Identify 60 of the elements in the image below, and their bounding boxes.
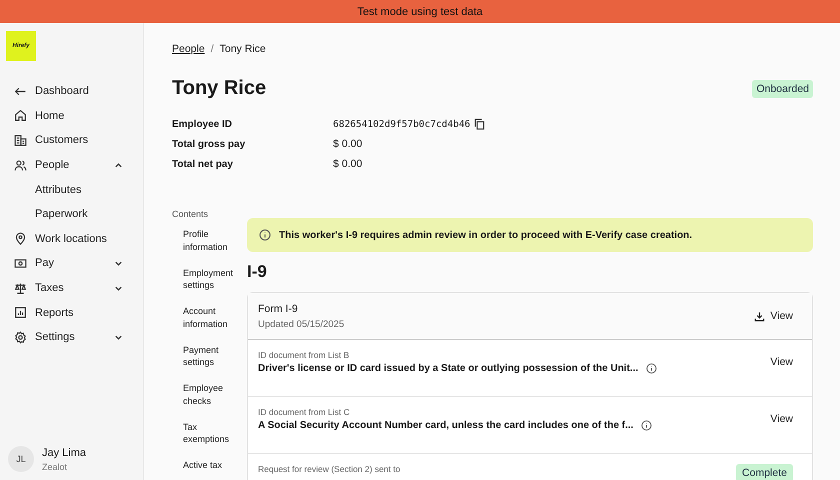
detail-value: 682654102d9f57b0c7cd4b46	[333, 118, 470, 130]
document-title: Driver's license or ID card issued by a State or outlying possession of the Unit...	[258, 363, 638, 374]
download-icon	[754, 310, 766, 322]
breadcrumb-link[interactable]: People	[172, 43, 205, 55]
info-icon[interactable]	[641, 420, 652, 431]
contents-link[interactable]: Profile information	[172, 228, 239, 253]
building-icon	[14, 134, 27, 147]
gear-icon	[14, 330, 27, 344]
sidebar-item[interactable]: Taxes	[0, 276, 143, 300]
status-badge: Complete	[736, 464, 793, 480]
detail-value: $ 0.00	[333, 138, 362, 150]
document-label: ID document from List C	[258, 407, 351, 417]
document-title: A Social Security Account Number card, unless the card includes one of the f...	[258, 420, 634, 431]
test-mode-banner: Test mode using test data	[0, 0, 840, 23]
sidebar-subitem[interactable]: Paperwork	[0, 202, 143, 227]
contents-link[interactable]: Tax exemptions	[172, 420, 239, 446]
money-icon	[14, 256, 27, 270]
request-label: Request for review (Section 2) sent to	[258, 464, 400, 474]
contents-link[interactable]: Employment settings	[172, 266, 239, 292]
contents-link[interactable]: Payment settings	[172, 344, 239, 368]
sidebar-subitem[interactable]: Attributes	[0, 177, 143, 202]
form-updated-date: Updated 05/15/2025	[258, 318, 344, 330]
sidebar-item[interactable]: Reports	[0, 300, 143, 325]
breadcrumb-separator: /	[210, 43, 214, 55]
scale-icon	[14, 282, 27, 295]
breadcrumb-current: Tony Rice	[220, 43, 266, 55]
user-name: Jay Lima	[42, 446, 86, 458]
detail-label: Employee ID	[172, 118, 234, 130]
contents-link[interactable]: Active tax	[172, 459, 239, 480]
view-button[interactable]: View	[754, 308, 793, 324]
sidebar-item[interactable]: Customers	[0, 128, 143, 153]
document-label: ID document from List B	[258, 350, 350, 360]
report-icon	[14, 306, 27, 320]
info-icon	[259, 229, 271, 241]
user-avatar: JL	[8, 446, 34, 472]
contents-heading: Contents	[172, 209, 210, 219]
alert-text: This worker's I-9 requires admin review in order to proceed with E-Verify case creation.	[279, 230, 692, 240]
detail-label: Total gross pay	[172, 138, 246, 150]
sidebar-item[interactable]: Dashboard	[0, 79, 143, 104]
status-badge: Onboarded	[752, 80, 813, 98]
home-icon	[14, 109, 27, 122]
detail-label: Total net pay	[172, 158, 234, 170]
pin-icon	[14, 232, 27, 246]
contents-link[interactable]: Account information	[172, 305, 239, 330]
view-button[interactable]: View	[770, 354, 793, 370]
sidebar-item[interactable]: Home	[0, 104, 143, 128]
form-title: Form I-9	[258, 302, 299, 314]
section-title: I-9	[247, 262, 268, 282]
view-button[interactable]: View	[770, 411, 793, 427]
info-icon[interactable]	[646, 363, 658, 374]
sidebar-item[interactable]: Work locations	[0, 226, 143, 252]
sidebar-item[interactable]: Settings	[0, 324, 143, 350]
sidebar-item[interactable]: Pay	[0, 251, 143, 276]
contents-link[interactable]: Employee checks	[172, 382, 239, 407]
detail-value: $ 0.00	[333, 158, 362, 170]
user-role: Zealot	[42, 462, 68, 472]
people-icon	[14, 158, 27, 172]
sidebar-item[interactable]: People	[0, 152, 143, 178]
page-title: Tony Rice	[172, 77, 266, 100]
copy-icon[interactable]	[474, 118, 486, 130]
